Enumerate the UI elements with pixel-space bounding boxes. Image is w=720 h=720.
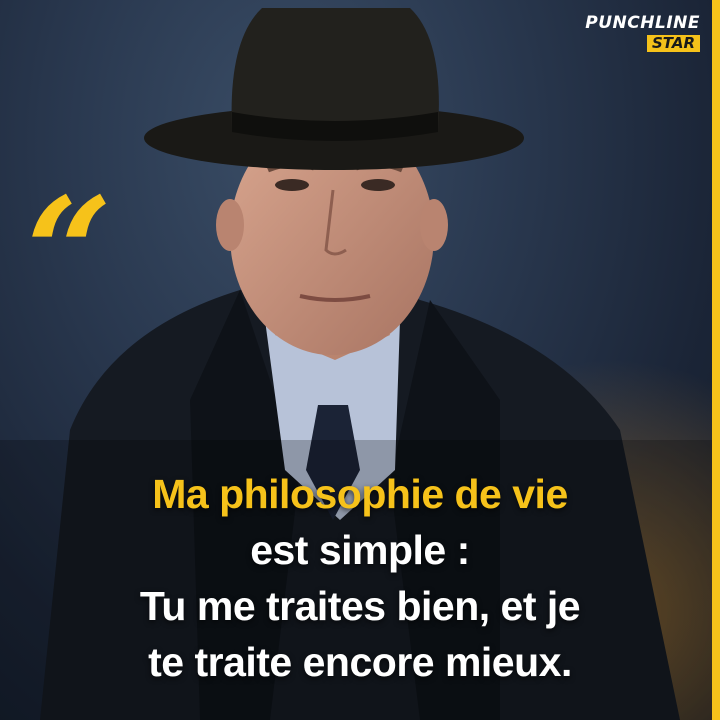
quote-line-1: Ma philosophie de vie [152, 471, 568, 517]
quote-line-4: te traite encore mieux. [148, 639, 572, 685]
quote-poster: PUNCHLINE STAR “ Ma philosophie de vie e… [0, 0, 720, 720]
eye-left [275, 179, 309, 191]
quote-line-3: Tu me traites bien, et je [139, 583, 581, 629]
brand-logo-bottom: STAR [646, 35, 700, 52]
eye-right [361, 179, 395, 191]
ear-right [420, 199, 448, 251]
quote-line-2: est simple : [250, 527, 470, 573]
brand-logo-top: PUNCHLINE [585, 13, 700, 33]
ear-left [216, 199, 244, 251]
brand-logo: PUNCHLINE STAR [585, 14, 700, 52]
quote-text: Ma philosophie de vie est simple : Tu me… [0, 466, 720, 690]
quote-mark-icon: “ [26, 165, 113, 341]
